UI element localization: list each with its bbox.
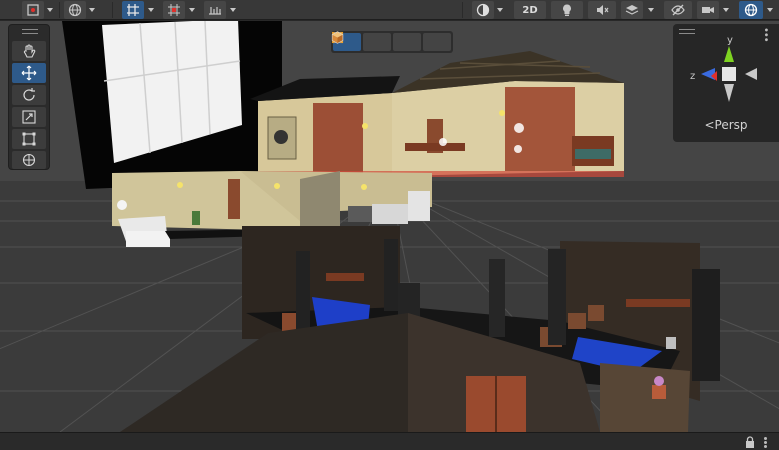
axis-z-label: z [690,71,695,82]
hand-icon [23,44,36,58]
grid-icon [168,4,180,16]
grid-snap-icon [127,4,139,16]
gizmos-globe-icon [744,3,758,17]
increment-snap-dropdown[interactable] [227,1,239,19]
axis-negx-cone[interactable] [745,68,757,80]
effects-button[interactable] [621,1,643,19]
move-tool-button[interactable] [12,63,46,83]
tools-overlay [8,24,50,170]
axis-gizmo-graphic: y z [690,35,757,102]
layers-effects-icon [625,5,639,15]
shaded-cube-icon [332,31,343,44]
scene-toolbar: 2D [0,0,779,20]
globe-icon [68,3,82,17]
axis-z-cone[interactable] [701,68,715,80]
ruler-icon [209,7,221,15]
gizmo-center-cube[interactable] [722,67,736,81]
scene-visibility-button[interactable] [664,1,692,19]
axis-y-cone[interactable] [724,46,734,62]
eye-slash-icon [671,4,685,16]
gizmo-tool-button[interactable] [22,1,44,19]
camera-button[interactable] [697,1,719,19]
axis-negy-cone[interactable] [724,84,734,102]
scene-render [0,21,779,432]
grid-snap-button[interactable] [122,1,144,19]
rect-transform-icon [22,132,36,146]
projection-toggle[interactable]: <Persp [673,118,779,132]
view-tool-button[interactable] [12,41,46,61]
grid-visibility-dropdown[interactable] [186,1,198,19]
scale-icon [22,110,36,124]
projection-label: Persp [714,118,748,132]
global-dropdown[interactable] [86,1,98,19]
effects-dropdown[interactable] [645,1,657,19]
grid-snap-dropdown[interactable] [145,1,157,19]
draw-mode-dropdown[interactable] [494,1,506,19]
camera-dropdown[interactable] [720,1,732,19]
scale-tool-button[interactable] [12,107,46,127]
more-options-icon[interactable] [764,437,767,448]
move-icon [21,65,37,81]
back-chevron-icon: < [704,118,715,132]
global-toggle-button[interactable] [64,1,86,19]
toggle-2d-button[interactable]: 2D [514,1,546,19]
audio-toggle-button[interactable] [588,1,616,19]
upper-column [313,103,363,173]
rect-tool-button[interactable] [12,129,46,149]
increment-snap-button[interactable] [204,1,226,19]
orientation-gizmo[interactable]: ••• y z <Persp [673,24,779,142]
target-icon [27,4,39,16]
lighting-toggle-button[interactable] [551,1,583,19]
draw-mode-button[interactable] [472,1,494,19]
rotate-tool-button[interactable] [12,85,46,105]
audio-mute-icon [597,5,609,15]
lightbulb-icon [563,4,571,16]
rotate-icon [23,88,35,101]
panel-grip-handle[interactable] [22,29,38,34]
basement-bench [626,299,690,307]
toggle-2d-label: 2D [522,4,538,16]
fridge [408,191,430,221]
axis-y-label: y [727,35,733,46]
shading-sphere-icon [476,3,490,17]
camera-icon [702,7,714,13]
gizmos-dropdown[interactable] [764,1,776,19]
shaded-cube-button[interactable] [332,31,451,51]
gizmo-tool-dropdown[interactable] [44,1,56,19]
lock-icon[interactable] [745,436,755,448]
scene-viewport[interactable] [0,21,779,432]
grid-visibility-button[interactable] [163,1,185,19]
transform-icon [22,153,36,167]
draw-mode-selector [331,31,453,53]
status-bar [0,432,779,450]
shaded-wireframe-cube-button[interactable] [331,31,421,51]
bounds-button[interactable] [331,31,391,51]
gizmos-button[interactable] [739,1,763,19]
transform-tool-button[interactable] [12,151,46,169]
